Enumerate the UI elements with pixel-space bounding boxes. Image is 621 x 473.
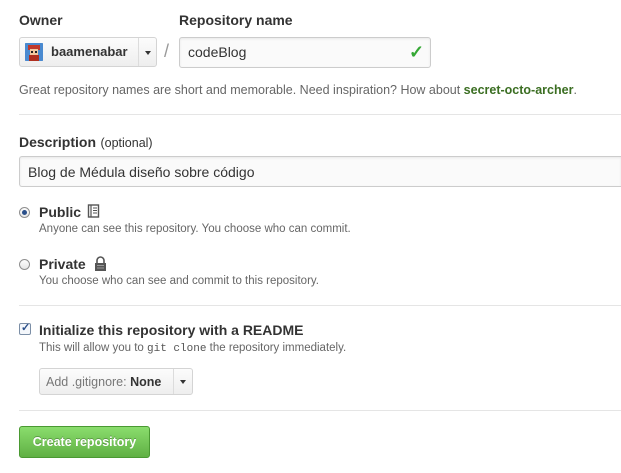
book-icon (87, 204, 100, 224)
description-label: Description (19, 134, 97, 150)
gitignore-value: None (130, 375, 162, 389)
readme-description: This will allow you to git clone the rep… (39, 342, 346, 355)
repo-name-value: codeBlog (188, 44, 247, 60)
private-title[interactable]: Private (39, 256, 86, 272)
hint-end: . (573, 83, 577, 97)
repo-name-label: Repository name (179, 12, 293, 28)
public-description: Anyone can see this repository. You choo… (39, 223, 351, 235)
chevron-down-icon[interactable] (145, 51, 151, 55)
hint-text: Great repository names are short and mem… (19, 83, 464, 97)
gitignore-label-text: Add .gitignore: (46, 375, 127, 389)
gitignore-select[interactable]: Add .gitignore: None (39, 368, 193, 395)
private-description: You choose who can see and commit to thi… (39, 275, 319, 287)
divider (19, 305, 621, 306)
owner-repo-separator: / (164, 41, 170, 61)
description-input[interactable]: Blog de Médula diseño sobre código (19, 156, 621, 187)
gitignore-label: Add .gitignore: None (46, 375, 161, 389)
name-suggestion-link[interactable]: secret-octo-archer (464, 83, 574, 97)
repo-name-input[interactable]: codeBlog ✓ (179, 37, 431, 68)
owner-select[interactable]: baamenabar (19, 37, 157, 67)
chevron-down-icon[interactable] (180, 380, 186, 384)
public-title[interactable]: Public (39, 204, 81, 220)
description-heading: Description (optional) (19, 134, 153, 152)
create-repository-button[interactable]: Create repository (19, 426, 150, 458)
checkmark-icon: ✓ (409, 42, 425, 62)
description-value: Blog de Médula diseño sobre código (28, 164, 255, 180)
divider (19, 410, 621, 411)
repo-name-hint: Great repository names are short and mem… (19, 83, 577, 97)
readme-desc-before: This will allow you to (39, 342, 148, 354)
readme-checkbox[interactable]: ✓ (19, 322, 31, 335)
description-optional: (optional) (100, 136, 153, 150)
readme-title[interactable]: Initialize this repository with a README (39, 322, 303, 338)
avatar (25, 43, 43, 61)
readme-desc-after: the repository immediately. (206, 342, 347, 354)
divider (19, 114, 621, 115)
lock-icon (94, 256, 107, 277)
owner-name: baamenabar (51, 44, 128, 59)
owner-label: Owner (19, 12, 63, 28)
owner-caret-divider (138, 38, 139, 66)
private-radio[interactable] (19, 259, 30, 270)
public-radio[interactable] (19, 207, 30, 218)
readme-desc-code: git clone (147, 343, 207, 355)
checkbox-check-icon: ✓ (21, 322, 31, 334)
gitignore-caret-divider (173, 369, 174, 394)
